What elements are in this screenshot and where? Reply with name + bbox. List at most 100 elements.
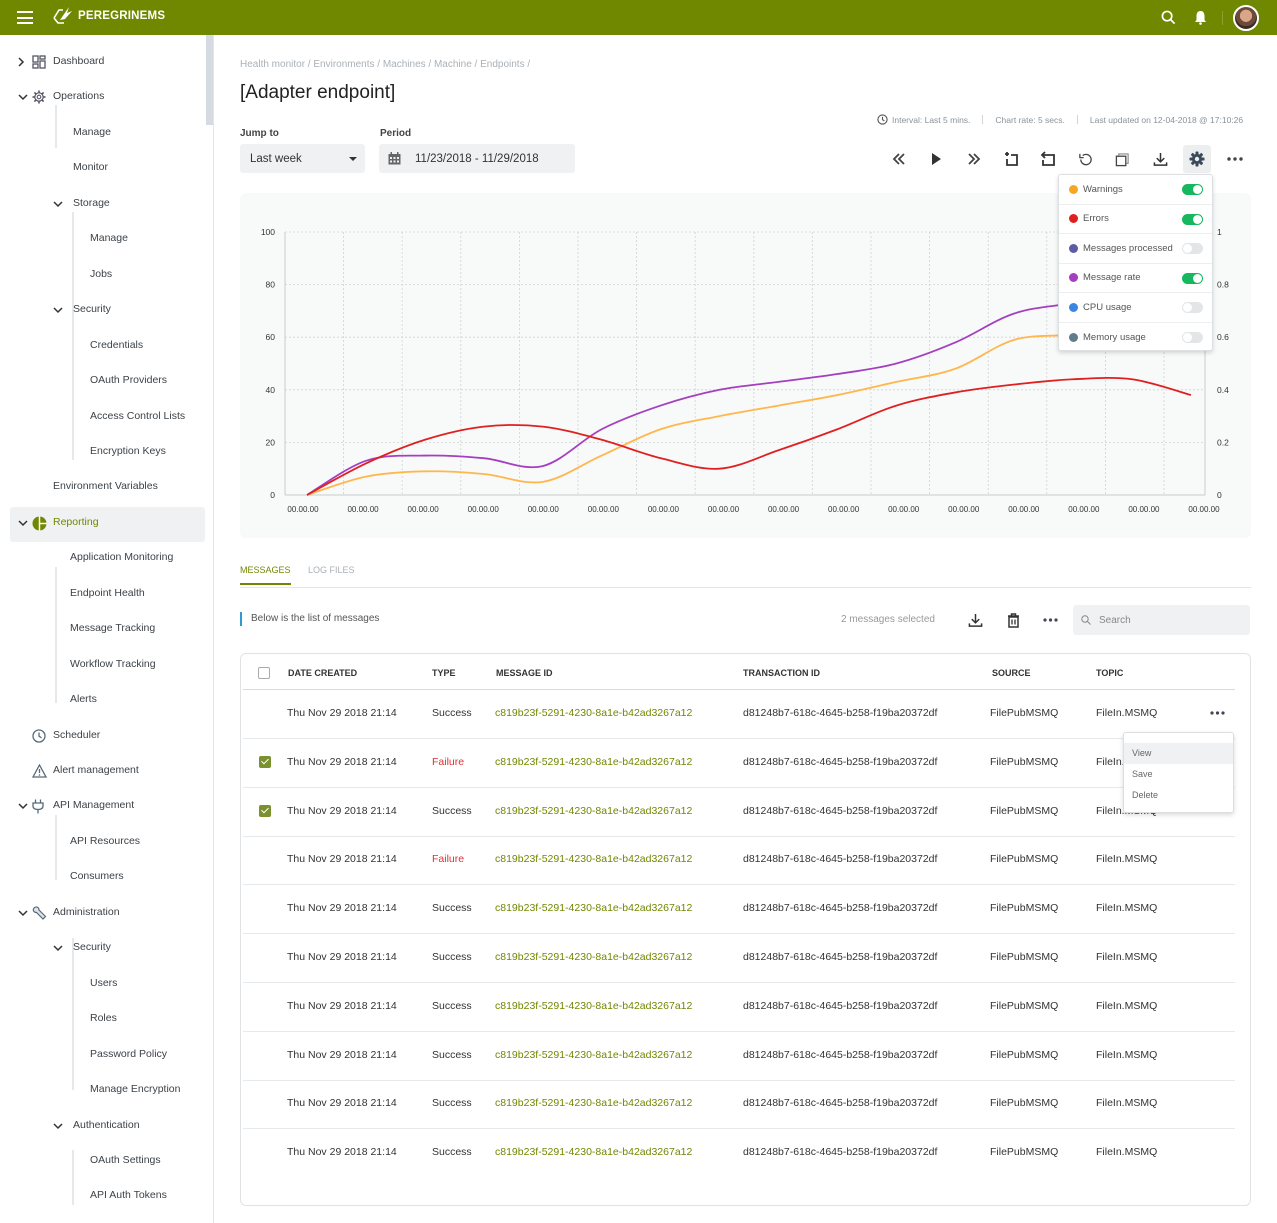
refresh-button[interactable]: [1071, 145, 1099, 173]
sidebar-item-application-monitoring[interactable]: Application Monitoring: [70, 551, 173, 563]
play-button[interactable]: [922, 145, 950, 173]
context-menu-delete[interactable]: Delete: [1124, 785, 1233, 806]
cell-message-id[interactable]: c819b23f-5291-4230-8a1e-b42ad3267a12: [495, 756, 692, 768]
table-row[interactable]: Thu Nov 29 2018 21:14 Failure c819b23f-529…: [243, 739, 1235, 788]
menu-icon[interactable]: [17, 11, 33, 24]
table-row[interactable]: Thu Nov 29 2018 21:14 Success c819b23f-529…: [243, 1129, 1235, 1178]
jump-to-select[interactable]: Last week: [240, 144, 365, 173]
table-row[interactable]: Thu Nov 29 2018 21:14 Success c819b23f-529…: [243, 1032, 1235, 1081]
sidebar-item-api-auth-tokens[interactable]: API Auth Tokens: [90, 1189, 167, 1201]
column-header-message-id[interactable]: MESSAGE ID: [496, 668, 553, 678]
crop-button[interactable]: [997, 145, 1025, 173]
context-menu-view[interactable]: View: [1124, 743, 1233, 764]
delete-selected-button[interactable]: [1003, 610, 1023, 630]
series-toggle[interactable]: [1182, 272, 1203, 284]
sidebar-item-roles[interactable]: Roles: [90, 1012, 117, 1024]
sidebar-item-oauth-providers[interactable]: OAuth Providers: [90, 374, 167, 386]
series-toggle[interactable]: [1182, 331, 1203, 343]
column-header-transaction-id[interactable]: TRANSACTION ID: [743, 668, 820, 678]
sidebar-item-manage[interactable]: Manage: [73, 126, 111, 138]
more-button[interactable]: [1221, 145, 1249, 173]
sidebar-item-reporting[interactable]: Reporting: [53, 516, 99, 528]
sidebar-item-environment-variables[interactable]: Environment Variables: [53, 480, 158, 492]
sidebar-item-users[interactable]: Users: [90, 977, 117, 989]
chevron-down-icon[interactable]: [18, 803, 28, 810]
sidebar-item-api-resources[interactable]: API Resources: [70, 835, 140, 847]
sidebar-item-access-control-lists[interactable]: Access Control Lists: [90, 410, 185, 422]
sidebar-item-oauth-settings[interactable]: OAuth Settings: [90, 1154, 161, 1166]
series-toggle[interactable]: [1182, 302, 1203, 313]
cell-message-id[interactable]: c819b23f-5291-4230-8a1e-b42ad3267a12: [495, 1146, 692, 1158]
series-toggle[interactable]: [1182, 243, 1203, 254]
chevron-down-icon[interactable]: [53, 307, 63, 314]
context-menu-save[interactable]: Save: [1124, 764, 1233, 785]
cell-message-id[interactable]: c819b23f-5291-4230-8a1e-b42ad3267a12: [495, 951, 692, 963]
logo[interactable]: PEREGRINEMS: [50, 4, 165, 28]
cell-message-id[interactable]: c819b23f-5291-4230-8a1e-b42ad3267a12: [495, 1049, 692, 1061]
row-more-button[interactable]: [1210, 704, 1225, 718]
legend-item-warnings[interactable]: Warnings: [1059, 175, 1212, 205]
bell-icon[interactable]: [1190, 8, 1210, 28]
download-selected-button[interactable]: [965, 610, 985, 630]
sidebar-item-alert-management[interactable]: Alert management: [53, 764, 139, 776]
chevron-down-icon[interactable]: [53, 1122, 63, 1130]
cell-message-id[interactable]: c819b23f-5291-4230-8a1e-b42ad3267a12: [495, 1000, 692, 1012]
column-header-type[interactable]: TYPE: [432, 668, 456, 678]
sidebar-item-manage-encryption[interactable]: Manage Encryption: [90, 1083, 180, 1095]
legend-item-errors[interactable]: Errors: [1059, 205, 1212, 234]
row-checkbox[interactable]: [259, 755, 271, 768]
more-actions-button[interactable]: [1040, 610, 1060, 630]
table-row[interactable]: Thu Nov 29 2018 21:14 Success c819b23f-529…: [243, 983, 1235, 1032]
chevron-down-icon[interactable]: [18, 910, 28, 917]
sidebar-item-storage[interactable]: Storage: [73, 197, 110, 209]
sidebar-item-alerts[interactable]: Alerts: [70, 693, 97, 705]
legend-item-cpu-usage[interactable]: CPU usage: [1059, 293, 1212, 323]
sidebar-item-endpoint-health[interactable]: Endpoint Health: [70, 587, 145, 599]
tab-messages[interactable]: MESSAGES: [240, 565, 291, 585]
sidebar-item-monitor[interactable]: Monitor: [73, 161, 108, 173]
search-input[interactable]: Search: [1073, 605, 1250, 635]
chevron-down-icon[interactable]: [18, 520, 28, 527]
sidebar-item-api-management[interactable]: API Management: [53, 799, 134, 811]
table-row[interactable]: Thu Nov 29 2018 21:14 Success c819b23f-529…: [243, 934, 1235, 983]
copy-button[interactable]: [1109, 145, 1137, 173]
sidebar-item-dashboard[interactable]: Dashboard: [53, 55, 104, 67]
sidebar-item-jobs[interactable]: Jobs: [90, 268, 112, 280]
column-header-topic[interactable]: TOPIC: [1096, 668, 1123, 678]
sidebar-item-scheduler[interactable]: Scheduler: [53, 729, 100, 741]
sidebar-item-operations[interactable]: Operations: [53, 90, 104, 102]
chevron-down-icon[interactable]: [53, 201, 63, 208]
period-date-range[interactable]: 11/23/2018 - 11/29/2018: [379, 144, 575, 173]
table-row[interactable]: Thu Nov 29 2018 21:14 Success c819b23f-529…: [243, 885, 1235, 935]
chevron-right-icon[interactable]: [18, 57, 25, 67]
sidebar-item-password-policy[interactable]: Password Policy: [90, 1048, 167, 1060]
sidebar-item-encryption-keys[interactable]: Encryption Keys: [90, 445, 166, 457]
cell-message-id[interactable]: c819b23f-5291-4230-8a1e-b42ad3267a12: [495, 805, 692, 817]
undo-crop-button[interactable]: [1034, 145, 1062, 173]
table-row[interactable]: Thu Nov 29 2018 21:14 Success c819b23f-529…: [243, 690, 1235, 739]
sidebar-item-consumers[interactable]: Consumers: [70, 870, 124, 882]
legend-item-memory-usage[interactable]: Memory usage: [1059, 323, 1212, 353]
sidebar-scrollbar[interactable]: [206, 35, 213, 125]
sidebar-item-manage[interactable]: Manage: [90, 232, 128, 244]
series-toggle[interactable]: [1182, 184, 1203, 195]
legend-item-message-rate[interactable]: Message rate: [1059, 264, 1212, 293]
search-icon[interactable]: [1158, 8, 1178, 28]
chevron-down-icon[interactable]: [18, 94, 28, 101]
sidebar-item-administration[interactable]: Administration: [53, 906, 120, 918]
row-checkbox[interactable]: [259, 804, 271, 817]
series-toggle[interactable]: [1182, 213, 1203, 225]
rewind-button[interactable]: [885, 145, 913, 173]
settings-button[interactable]: [1183, 145, 1212, 173]
sidebar-item-credentials[interactable]: Credentials: [90, 339, 143, 351]
tab-log-files[interactable]: LOG FILES: [308, 565, 355, 583]
cell-message-id[interactable]: c819b23f-5291-4230-8a1e-b42ad3267a12: [495, 902, 692, 914]
sidebar-item-message-tracking[interactable]: Message Tracking: [70, 622, 155, 634]
chevron-down-icon[interactable]: [53, 945, 63, 952]
breadcrumb[interactable]: Health monitor / Environments / Machines…: [240, 59, 530, 70]
sidebar-item-security[interactable]: Security: [73, 941, 111, 953]
column-header-date-created[interactable]: DATE CREATED: [288, 668, 357, 678]
fast-forward-button[interactable]: [960, 145, 988, 173]
sidebar-item-workflow-tracking[interactable]: Workflow Tracking: [70, 658, 156, 670]
select-all-checkbox[interactable]: [258, 667, 270, 679]
